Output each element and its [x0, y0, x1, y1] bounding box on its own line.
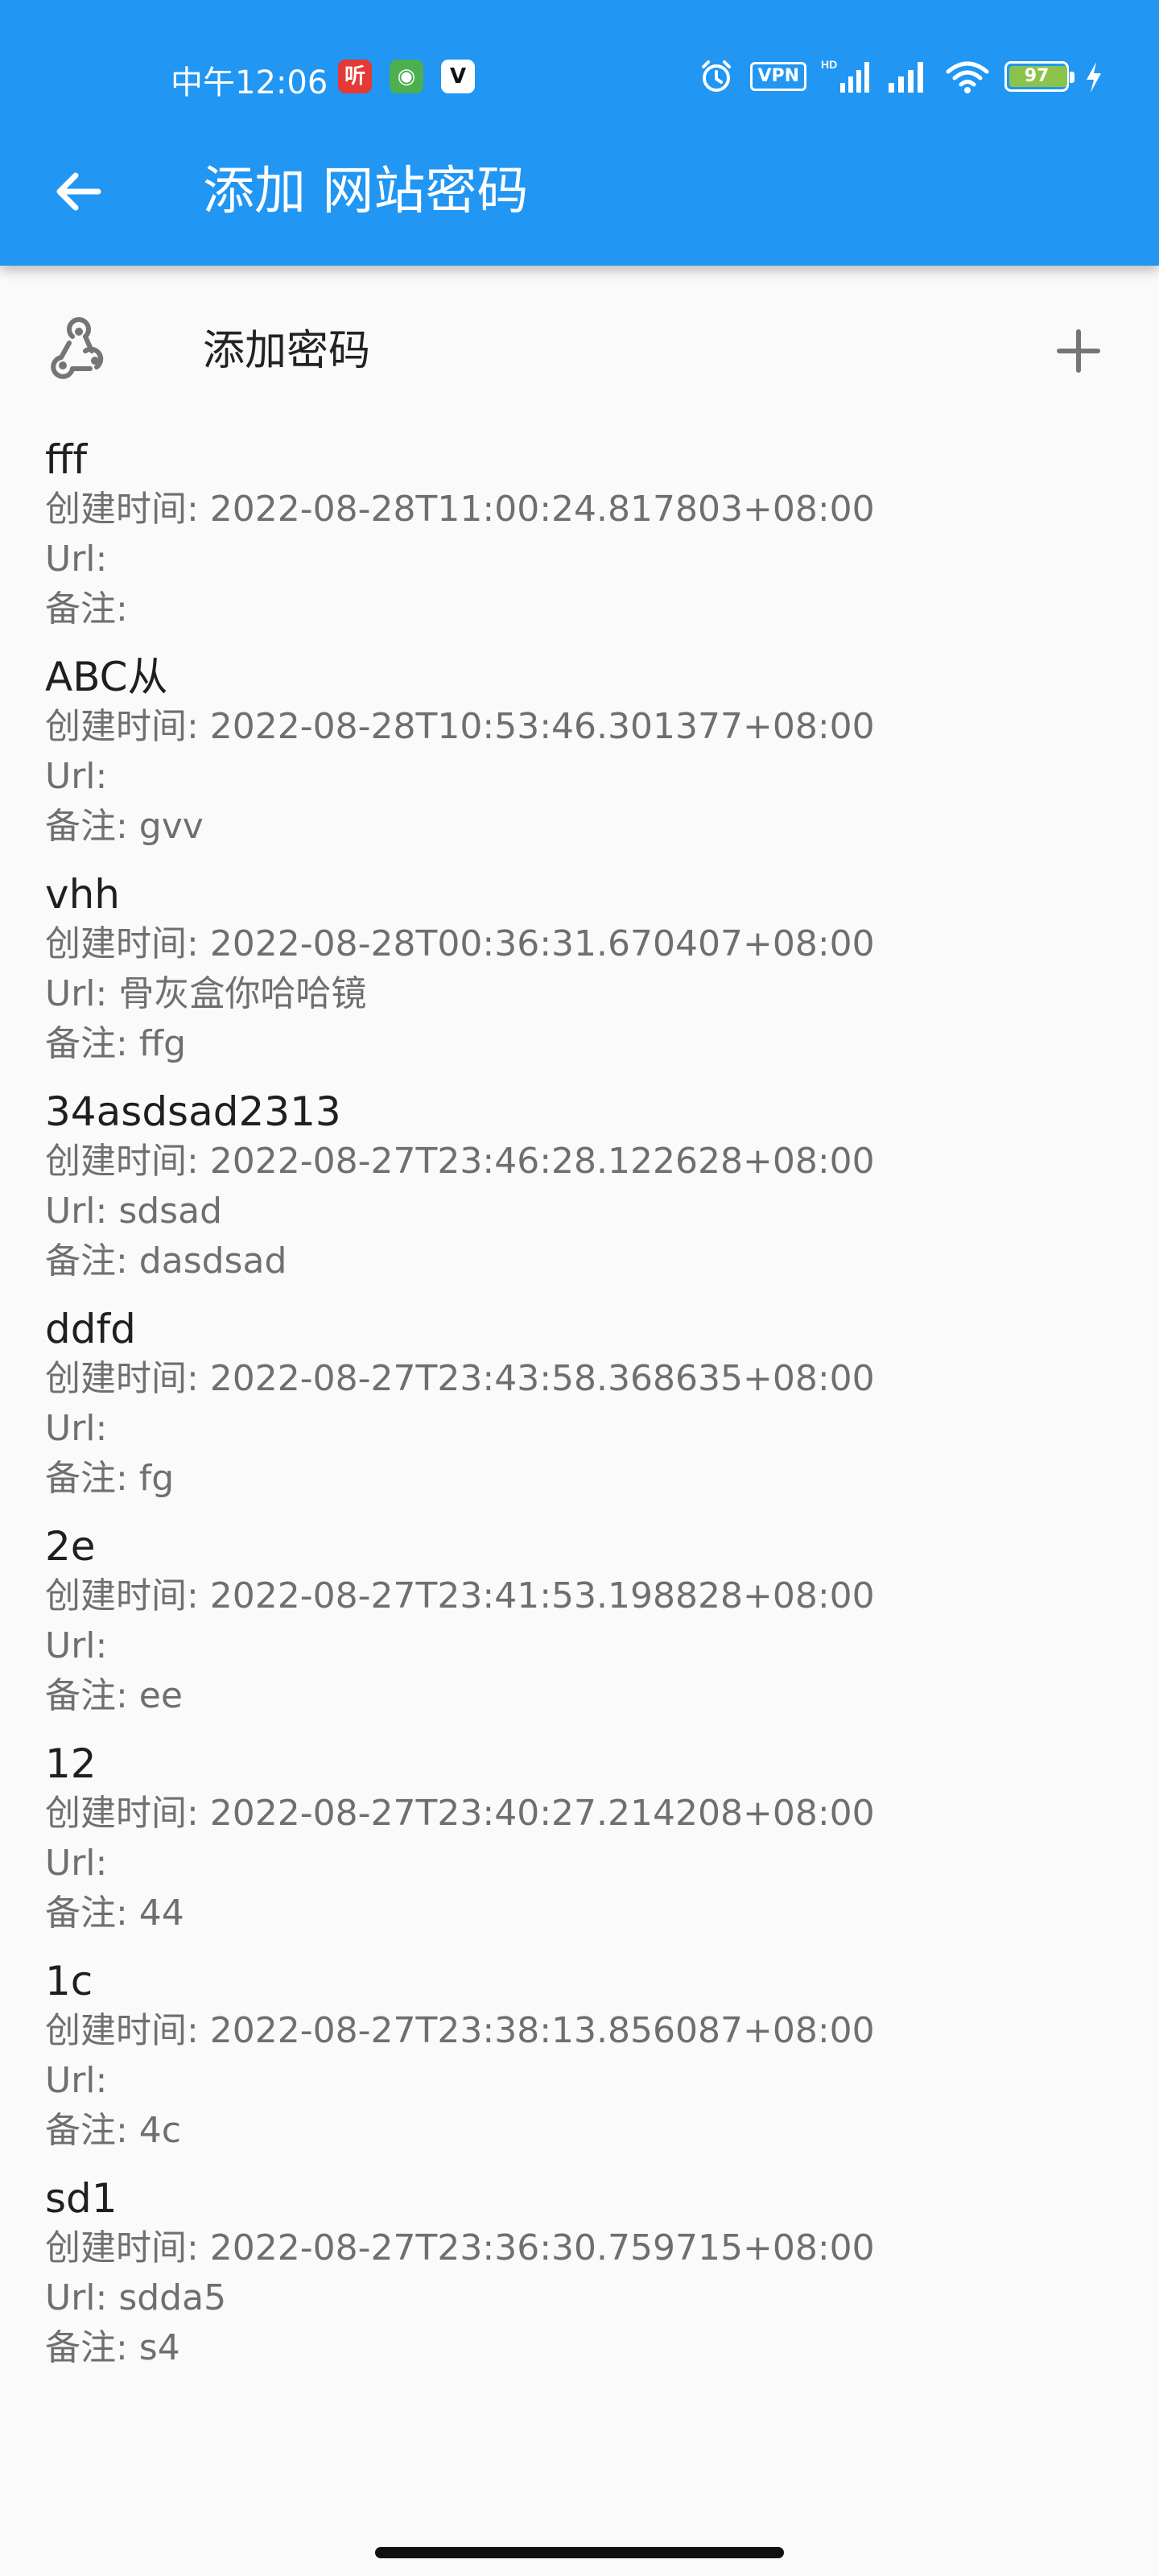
add-password-row[interactable]: 添加密码: [0, 299, 1159, 402]
alarm-icon: [702, 60, 732, 92]
entry-name: 34asdsad2313: [45, 1088, 341, 1135]
notification-app-glyph: ◉: [397, 64, 416, 89]
entry-created: 创建时间: 2022-08-28T10:53:46.301377+08:00: [45, 706, 875, 747]
entry-created: 创建时间: 2022-08-27T23:40:27.214208+08:00: [45, 1793, 875, 1834]
entry-url: Url: sdda5: [45, 2277, 227, 2318]
plus-icon[interactable]: [1046, 319, 1111, 383]
notification-app-glyph: 听: [344, 64, 365, 89]
list-item[interactable]: 1c 创建时间: 2022-08-27T23:38:13.856087+08:0…: [45, 1956, 1124, 2156]
charging-icon: [1087, 62, 1101, 93]
entry-created: 创建时间: 2022-08-27T23:38:13.856087+08:00: [45, 2010, 875, 2051]
entry-note: 备注: fg: [45, 1458, 175, 1499]
entry-url: Url:: [45, 756, 108, 797]
entry-name: vhh: [45, 871, 120, 918]
hd-signal-icon: HD: [821, 58, 869, 93]
entry-url: Url:: [45, 1843, 108, 1884]
back-arrow-icon: [56, 172, 101, 211]
entry-name: 12: [45, 1740, 97, 1787]
list-item[interactable]: 12 创建时间: 2022-08-27T23:40:27.214208+08:0…: [45, 1739, 1124, 1938]
notification-app-icon: V: [441, 60, 475, 93]
status-time: 中午12:06: [171, 64, 328, 101]
entry-note: 备注: 4c: [45, 2110, 181, 2151]
home-indicator[interactable]: [375, 2547, 784, 2558]
list-item[interactable]: vhh 创建时间: 2022-08-28T00:36:31.670407+08:…: [45, 869, 1124, 1069]
list-item[interactable]: sd1 创建时间: 2022-08-27T23:36:30.759715+08:…: [45, 2174, 1124, 2373]
notification-app-icon: ◉: [390, 60, 423, 93]
entry-created: 创建时间: 2022-08-27T23:36:30.759715+08:00: [45, 2227, 875, 2268]
entry-name: 1c: [45, 1958, 93, 2004]
list-item[interactable]: ddfd 创建时间: 2022-08-27T23:43:58.368635+08…: [45, 1304, 1124, 1504]
app-header: 中午12:06 听 ◉ V VPN HD 97 添加 网站密码: [0, 0, 1159, 266]
entry-created: 创建时间: 2022-08-27T23:43:58.368635+08:00: [45, 1358, 875, 1399]
entry-name: sd1: [45, 2175, 118, 2222]
entry-url: Url:: [45, 539, 108, 580]
entry-note: 备注: gvv: [45, 806, 204, 847]
entry-note: 备注: ee: [45, 1675, 183, 1716]
entry-url: Url:: [45, 2060, 108, 2101]
entry-created: 创建时间: 2022-08-27T23:46:28.122628+08:00: [45, 1141, 875, 1182]
list-item[interactable]: 34asdsad2313 创建时间: 2022-08-27T23:46:28.1…: [45, 1087, 1124, 1286]
entry-name: ABC从: [45, 654, 168, 700]
entry-created: 创建时间: 2022-08-28T00:36:31.670407+08:00: [45, 923, 875, 964]
battery-percent: 97: [1024, 66, 1050, 86]
entry-name: fff: [45, 436, 88, 483]
entry-url: Url:: [45, 1625, 108, 1666]
wifi-icon: [946, 61, 989, 93]
password-list: fff 创建时间: 2022-08-28T11:00:24.817803+08:…: [45, 435, 1124, 2391]
status-icons: VPN HD 97: [697, 55, 1104, 98]
svg-text:HD: HD: [821, 58, 837, 71]
page-title: 添加 网站密码: [203, 162, 529, 221]
entry-created: 创建时间: 2022-08-27T23:41:53.198828+08:00: [45, 1575, 875, 1616]
notification-app-glyph: V: [449, 64, 467, 89]
add-password-label: 添加密码: [203, 327, 371, 375]
battery-cap: [1070, 72, 1074, 83]
entry-url: Url: 骨灰盒你哈哈镜: [45, 973, 367, 1014]
entry-note: 备注:: [45, 588, 128, 630]
back-button[interactable]: [45, 158, 113, 225]
entry-name: ddfd: [45, 1306, 136, 1352]
notification-app-icon: 听: [338, 60, 372, 93]
webhook-icon: [51, 317, 104, 379]
list-item[interactable]: 2e 创建时间: 2022-08-27T23:41:53.198828+08:0…: [45, 1521, 1124, 1721]
list-item[interactable]: fff 创建时间: 2022-08-28T11:00:24.817803+08:…: [45, 435, 1124, 634]
list-item[interactable]: ABC从 创建时间: 2022-08-28T10:53:46.301377+08…: [45, 652, 1124, 852]
entry-note: 备注: 44: [45, 1893, 184, 1934]
entry-note: 备注: ffg: [45, 1023, 187, 1064]
entry-url: Url:: [45, 1408, 108, 1449]
status-bar: 中午12:06 听 ◉ V VPN HD 97: [0, 0, 1159, 153]
battery-icon: 97: [1004, 61, 1074, 92]
entry-note: 备注: dasdsad: [45, 1241, 287, 1282]
signal-icon: [889, 62, 923, 93]
entry-created: 创建时间: 2022-08-28T11:00:24.817803+08:00: [45, 489, 875, 530]
vpn-badge: VPN: [750, 62, 806, 91]
entry-url: Url: sdsad: [45, 1191, 222, 1232]
entry-note: 备注: s4: [45, 2327, 180, 2368]
entry-name: 2e: [45, 1523, 96, 1570]
